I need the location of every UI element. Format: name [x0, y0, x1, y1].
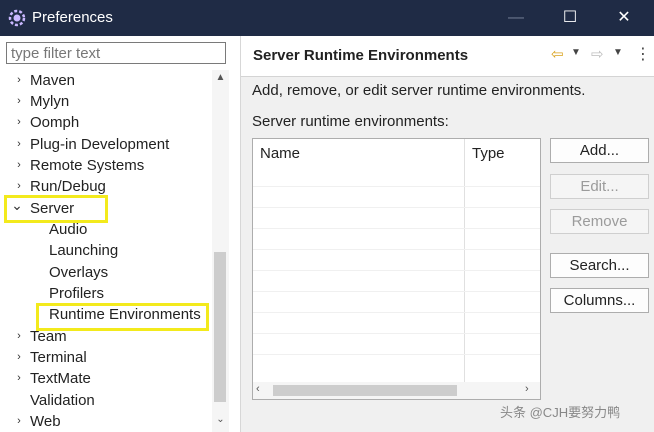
- forward-dropdown-icon[interactable]: ▼: [613, 47, 623, 58]
- column-header-type[interactable]: Type: [472, 145, 505, 162]
- tree-item-label: Overlays: [49, 264, 109, 281]
- preference-page: Server Runtime Environments ⇦ ▼ ⇨ ▼ ⋮ Ad…: [241, 36, 654, 432]
- tree-item-run-debug[interactable]: › Run/Debug: [0, 176, 214, 197]
- back-arrow-icon[interactable]: ⇦: [551, 45, 564, 63]
- chevron-down-icon[interactable]: ⌄: [11, 195, 23, 216]
- edit-button[interactable]: Edit...: [550, 174, 649, 199]
- chevron-right-icon[interactable]: ›: [13, 155, 25, 176]
- runtime-list-label: Server runtime environments:: [252, 113, 449, 130]
- scroll-right-icon[interactable]: ›: [525, 383, 529, 395]
- filter-input[interactable]: [6, 42, 226, 64]
- add-button[interactable]: Add...: [550, 138, 649, 163]
- chevron-right-icon[interactable]: ›: [13, 368, 25, 389]
- row-divider: [253, 354, 540, 355]
- tree-item-label: Runtime Environments: [49, 306, 201, 323]
- window-title: Preferences: [32, 9, 113, 26]
- page-description: Add, remove, or edit server runtime envi…: [252, 82, 586, 99]
- title-bar: Preferences — ☐ ✕: [0, 0, 654, 36]
- scroll-up-icon[interactable]: ▲: [212, 72, 229, 86]
- row-divider: [253, 228, 540, 229]
- row-divider: [253, 312, 540, 313]
- column-divider: [464, 139, 465, 382]
- tree-scrollbar[interactable]: ▲ ⌄: [212, 70, 229, 432]
- page-title: Server Runtime Environments: [253, 47, 469, 64]
- scroll-down-icon[interactable]: ⌄: [212, 414, 229, 428]
- columns-button[interactable]: Columns...: [550, 288, 649, 313]
- row-divider: [253, 291, 540, 292]
- horizontal-scrollbar-thumb[interactable]: [273, 385, 457, 396]
- runtime-environments-table[interactable]: Name Type ‹ ›: [252, 138, 541, 400]
- tree-item-web[interactable]: › Web: [0, 411, 214, 432]
- tree-item-plugin-development[interactable]: › Plug-in Development: [0, 134, 214, 155]
- back-dropdown-icon[interactable]: ▼: [571, 47, 581, 58]
- scrollbar-thumb[interactable]: [214, 252, 226, 402]
- tree-item-label: Team: [30, 328, 67, 345]
- column-header-name[interactable]: Name: [260, 145, 300, 162]
- chevron-right-icon[interactable]: ›: [13, 176, 25, 197]
- row-divider: [253, 270, 540, 271]
- tree-item-label: Launching: [49, 242, 119, 259]
- tree-item-maven[interactable]: › Maven: [0, 70, 214, 91]
- chevron-right-icon[interactable]: ›: [13, 70, 25, 91]
- tree-item-audio[interactable]: Audio: [0, 219, 214, 240]
- row-divider: [253, 333, 540, 334]
- tree-item-oomph[interactable]: › Oomph: [0, 112, 214, 133]
- row-divider: [253, 186, 540, 187]
- close-button[interactable]: ✕: [600, 0, 648, 36]
- minimize-button[interactable]: —: [492, 0, 540, 36]
- watermark: 头条 @CJH要努力鸭: [500, 405, 621, 420]
- eclipse-preferences-icon: [8, 9, 26, 27]
- tree-item-label: Profilers: [49, 285, 105, 302]
- remove-button[interactable]: Remove: [550, 209, 649, 234]
- row-divider: [253, 207, 540, 208]
- more-options-icon[interactable]: ⋮: [635, 44, 651, 64]
- tree-item-label: Audio: [49, 221, 88, 238]
- search-button[interactable]: Search...: [550, 253, 649, 278]
- tree-item-terminal[interactable]: › Terminal: [0, 347, 214, 368]
- tree-item-label: Oomph: [30, 114, 80, 131]
- table-horizontal-scrollbar[interactable]: ‹ ›: [253, 382, 540, 399]
- tree-item-validation[interactable]: Validation: [0, 390, 214, 411]
- tree-item-label: TextMate: [30, 370, 91, 387]
- chevron-right-icon[interactable]: ›: [13, 326, 25, 347]
- preferences-sidebar: › Maven › Mylyn › Oomph › Plug-in Developmen…: [0, 36, 241, 432]
- tree-item-runtime-environments[interactable]: Runtime Environments: [0, 304, 214, 325]
- scroll-left-icon[interactable]: ‹: [256, 383, 260, 395]
- preferences-tree: › Maven › Mylyn › Oomph › Plug-in Developmen…: [0, 70, 214, 432]
- tree-item-overlays[interactable]: Overlays: [0, 262, 214, 283]
- tree-item-label: Validation: [30, 392, 95, 409]
- tree-item-mylyn[interactable]: › Mylyn: [0, 91, 214, 112]
- chevron-right-icon[interactable]: ›: [13, 347, 25, 368]
- tree-item-label: Terminal: [30, 349, 87, 366]
- forward-arrow-icon[interactable]: ⇨: [591, 45, 604, 63]
- tree-item-textmate[interactable]: › TextMate: [0, 368, 214, 389]
- tree-item-profilers[interactable]: Profilers: [0, 283, 214, 304]
- maximize-button[interactable]: ☐: [546, 0, 594, 36]
- chevron-right-icon[interactable]: ›: [13, 112, 25, 133]
- tree-item-label: Web: [30, 413, 61, 430]
- tree-item-label: Plug-in Development: [30, 136, 170, 153]
- chevron-right-icon[interactable]: ›: [13, 411, 25, 432]
- tree-item-label: Server: [30, 200, 75, 217]
- row-divider: [253, 249, 540, 250]
- page-header: Server Runtime Environments ⇦ ▼ ⇨ ▼ ⋮: [241, 36, 654, 77]
- tree-item-label: Run/Debug: [30, 178, 106, 195]
- chevron-right-icon[interactable]: ›: [13, 91, 25, 112]
- tree-item-label: Remote Systems: [30, 157, 145, 174]
- tree-item-server[interactable]: ⌄ Server: [0, 195, 214, 219]
- tree-item-label: Mylyn: [30, 93, 70, 110]
- chevron-right-icon[interactable]: ›: [13, 134, 25, 155]
- tree-item-remote-systems[interactable]: › Remote Systems: [0, 155, 214, 176]
- tree-item-launching[interactable]: Launching: [0, 240, 214, 261]
- tree-item-label: Maven: [30, 72, 76, 89]
- tree-item-team[interactable]: › Team: [0, 326, 214, 347]
